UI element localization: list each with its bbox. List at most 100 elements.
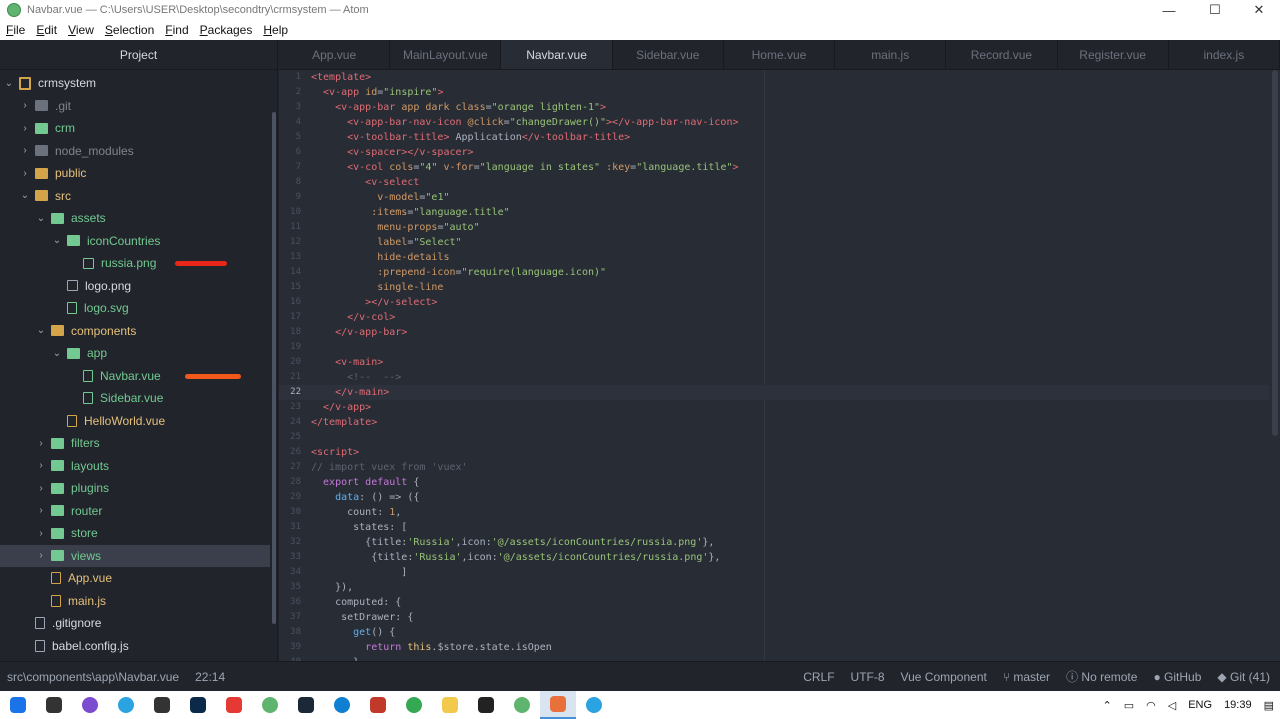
- code-line[interactable]: v-model="e1": [311, 190, 449, 205]
- task-view-icon[interactable]: [36, 691, 72, 719]
- terminal-icon[interactable]: [468, 691, 504, 719]
- code-line[interactable]: setDrawer: {: [311, 610, 413, 625]
- clock[interactable]: 19:39: [1224, 699, 1252, 711]
- tree-item-babel-config-js[interactable]: babel.config.js: [0, 635, 270, 657]
- code-line[interactable]: </v-col>: [311, 310, 395, 325]
- code-line[interactable]: count: 1,: [311, 505, 401, 520]
- app-dark-icon[interactable]: [144, 691, 180, 719]
- telegram-icon[interactable]: [108, 691, 144, 719]
- menu-file[interactable]: File: [6, 23, 25, 37]
- code-line[interactable]: menu-props="auto": [311, 220, 479, 235]
- tree-item-router[interactable]: › router: [0, 500, 270, 522]
- code-line[interactable]: // import vuex from 'vuex': [311, 460, 468, 475]
- tree-item-logo-png[interactable]: logo.png: [0, 275, 270, 297]
- tree-item-assets[interactable]: ⌄ assets: [0, 207, 270, 229]
- tree-item-node-modules[interactable]: › node_modules: [0, 140, 270, 162]
- code-line[interactable]: {title:'Russia',icon:'@/assets/iconCount…: [311, 535, 714, 550]
- code-line[interactable]: <v-toolbar-title> Application</v-toolbar…: [311, 130, 630, 145]
- app-purple-icon[interactable]: [72, 691, 108, 719]
- grammar[interactable]: Vue Component: [901, 670, 987, 684]
- menu-find[interactable]: Find: [165, 23, 188, 37]
- code-editor[interactable]: 1 <template> 2 <v-app id="inspire"> 3 <v-ap…: [279, 70, 1280, 661]
- battery-icon[interactable]: ▭: [1124, 699, 1134, 712]
- tab-home-vue[interactable]: Home.vue: [724, 40, 836, 69]
- tree-item-logo-svg[interactable]: logo.svg: [0, 297, 270, 319]
- tree-item-plugins[interactable]: › plugins: [0, 477, 270, 499]
- chrome-icon[interactable]: [396, 691, 432, 719]
- code-line[interactable]: }),: [311, 580, 353, 595]
- steam-icon[interactable]: [288, 691, 324, 719]
- encoding[interactable]: UTF-8: [851, 670, 885, 684]
- tree-item-russia-png[interactable]: russia.png: [0, 252, 270, 274]
- minimize-button[interactable]: —: [1146, 0, 1192, 20]
- git-button[interactable]: ◆ Git (41): [1217, 670, 1270, 684]
- code-line[interactable]: return this.$store.state.isOpen: [311, 640, 552, 655]
- tree-item-app[interactable]: ⌄ app: [0, 342, 270, 364]
- code-line[interactable]: <template>: [311, 70, 371, 85]
- tree-item-crm[interactable]: › crm: [0, 117, 270, 139]
- menu-view[interactable]: View: [68, 23, 94, 37]
- code-line[interactable]: get() {: [311, 625, 395, 640]
- tree-item--git[interactable]: › .git: [0, 95, 270, 117]
- code-line[interactable]: :items="language.title": [311, 205, 509, 220]
- tree-item-iconcountries[interactable]: ⌄ iconCountries: [0, 230, 270, 252]
- tree-item-main-js[interactable]: main.js: [0, 590, 270, 612]
- code-line[interactable]: ]: [311, 565, 407, 580]
- atom-icon[interactable]: [504, 691, 540, 719]
- volume-icon[interactable]: ◁: [1168, 699, 1176, 712]
- code-line[interactable]: <v-app id="inspire">: [311, 85, 443, 100]
- windows-start-icon[interactable]: [0, 691, 36, 719]
- file-path[interactable]: src\components\app\Navbar.vue: [7, 670, 179, 684]
- code-line[interactable]: </v-main>: [311, 385, 389, 400]
- edge-icon[interactable]: [324, 691, 360, 719]
- code-line[interactable]: single-line: [311, 280, 443, 295]
- tree-item-crmsystem[interactable]: ⌄ crmsystem: [0, 72, 270, 94]
- language-indicator[interactable]: ENG: [1188, 699, 1212, 711]
- editor-scrollbar[interactable]: [1272, 70, 1278, 436]
- code-line[interactable]: </v-app-bar>: [311, 325, 407, 340]
- code-line[interactable]: export default {: [311, 475, 419, 490]
- telegram-2-icon[interactable]: [576, 691, 612, 719]
- menu-help[interactable]: Help: [263, 23, 288, 37]
- code-line[interactable]: {title:'Russia',icon:'@/assets/iconCount…: [311, 550, 720, 565]
- code-line[interactable]: label="Select": [311, 235, 461, 250]
- app-red-icon[interactable]: [360, 691, 396, 719]
- photoshop-icon[interactable]: [180, 691, 216, 719]
- code-line[interactable]: hide-details: [311, 250, 449, 265]
- tab-sidebar-vue[interactable]: Sidebar.vue: [613, 40, 724, 69]
- tree-item-components[interactable]: ⌄ components: [0, 320, 270, 342]
- app-active-icon[interactable]: [540, 691, 576, 719]
- menu-edit[interactable]: Edit: [36, 23, 57, 37]
- code-line[interactable]: <!-- -->: [311, 370, 401, 385]
- tree-item-helloworld-vue[interactable]: HelloWorld.vue: [0, 410, 270, 432]
- maximize-button[interactable]: ☐: [1192, 0, 1238, 20]
- tab-record-vue[interactable]: Record.vue: [946, 40, 1058, 69]
- tab-mainlayout-vue[interactable]: MainLayout.vue: [390, 40, 502, 69]
- tab-index-js[interactable]: index.js: [1169, 40, 1280, 69]
- code-line[interactable]: states: [: [311, 520, 407, 535]
- code-line[interactable]: data: () => ({: [311, 490, 419, 505]
- git-branch[interactable]: ⑂ master: [1003, 670, 1050, 684]
- notifications-icon[interactable]: ▤: [1264, 699, 1274, 712]
- close-button[interactable]: ✕: [1236, 0, 1280, 20]
- tab-register-vue[interactable]: Register.vue: [1058, 40, 1169, 69]
- tree-item-layouts[interactable]: › layouts: [0, 455, 270, 477]
- code-line[interactable]: :prepend-icon="require(language.icon)": [311, 265, 606, 280]
- code-line[interactable]: computed: {: [311, 595, 401, 610]
- tree-scrollbar[interactable]: [272, 112, 276, 624]
- menu-packages[interactable]: Packages: [200, 23, 253, 37]
- line-ending[interactable]: CRLF: [803, 670, 834, 684]
- tree-item--gitignore[interactable]: .gitignore: [0, 612, 270, 634]
- code-line[interactable]: <v-spacer></v-spacer>: [311, 145, 473, 160]
- tree-item-src[interactable]: ⌄ src: [0, 185, 270, 207]
- tree-item-filters[interactable]: › filters: [0, 432, 270, 454]
- code-line[interactable]: </v-app>: [311, 400, 371, 415]
- cursor-position[interactable]: 22:14: [195, 670, 225, 684]
- tree-item-sidebar-vue[interactable]: Sidebar.vue: [0, 387, 270, 409]
- code-line[interactable]: </template>: [311, 415, 377, 430]
- tree-item-public[interactable]: › public: [0, 162, 270, 184]
- code-line[interactable]: <v-app-bar-nav-icon @click="changeDrawer…: [311, 115, 738, 130]
- code-line[interactable]: <v-col cols="4" v-for="language in state…: [311, 160, 738, 175]
- code-line[interactable]: <script>: [311, 445, 359, 460]
- menu-selection[interactable]: Selection: [105, 23, 154, 37]
